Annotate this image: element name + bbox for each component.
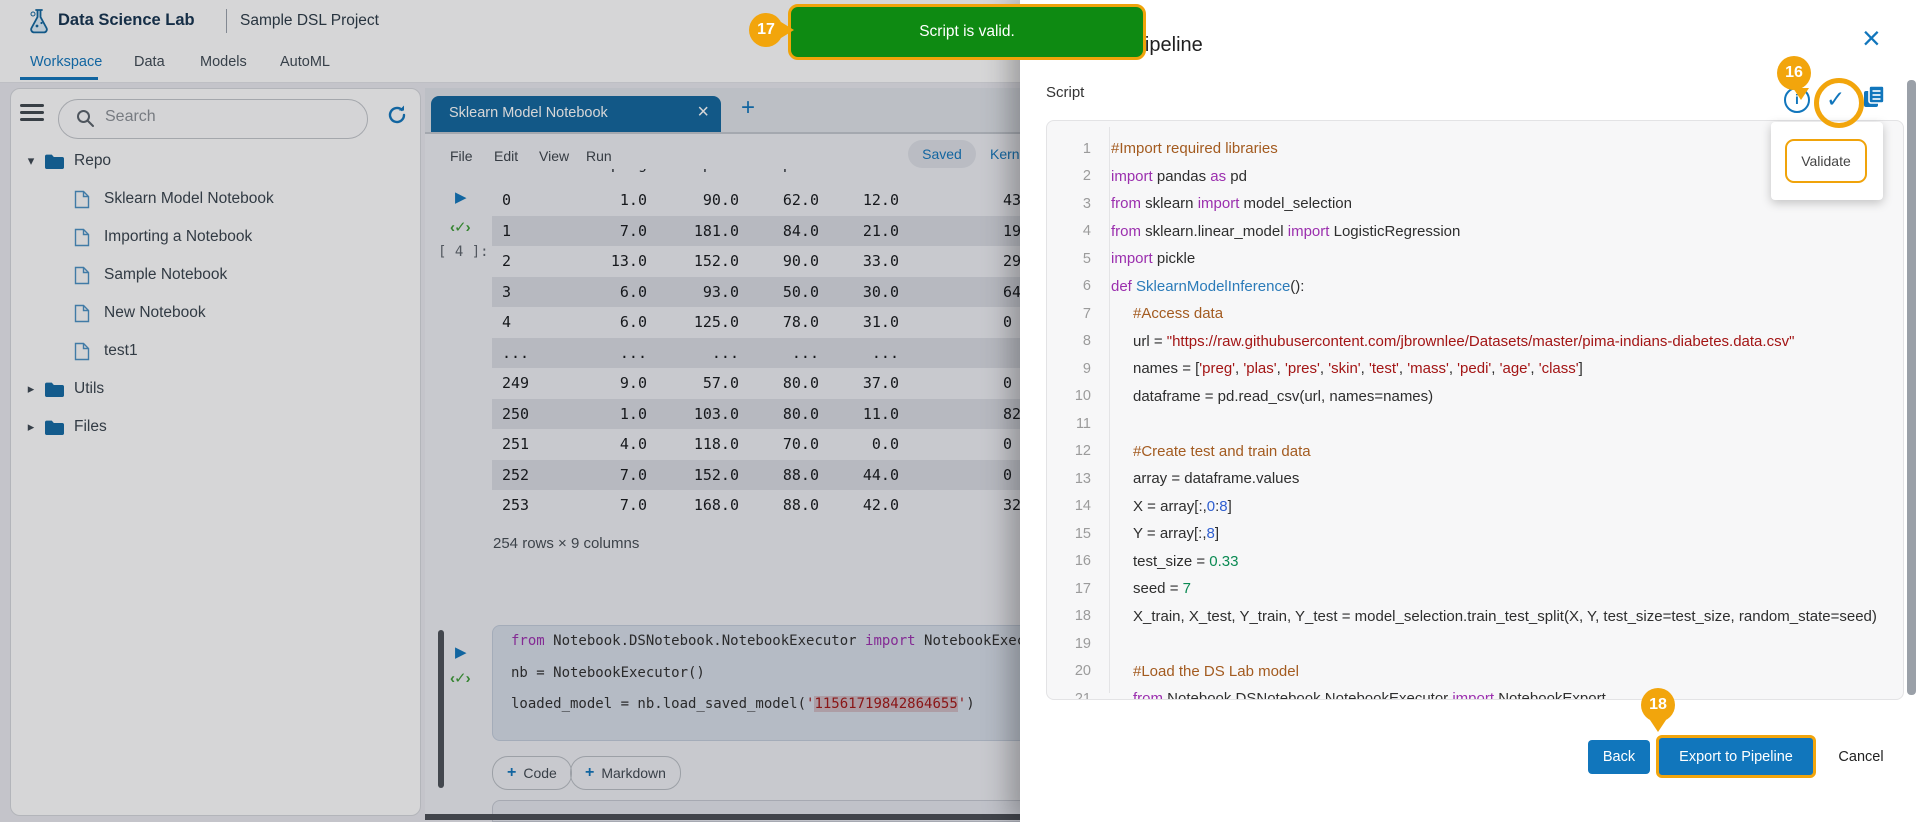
line-number: 5	[1082, 250, 1091, 267]
line-number: 8	[1082, 333, 1091, 350]
line-number: 3	[1082, 195, 1091, 212]
script-line: 10 dataframe = pd.read_csv(url, names=nam…	[1047, 383, 1903, 411]
annotation-ring-16	[1814, 78, 1864, 128]
line-number: 20	[1074, 663, 1091, 680]
script-label: Script	[1046, 84, 1085, 101]
line-number: 19	[1074, 635, 1091, 652]
line-number: 18	[1074, 608, 1091, 625]
script-line: 13 array = dataframe.values	[1047, 465, 1903, 493]
line-number: 7	[1082, 305, 1091, 322]
script-line: 19	[1047, 630, 1903, 658]
script-line: 14 X = array[:,0:8]	[1047, 493, 1903, 521]
line-number: 11	[1075, 415, 1091, 432]
annotation-badge-17: 17	[749, 13, 794, 47]
toast-text: Script is valid.	[919, 23, 1015, 40]
validate-button[interactable]: Validate	[1785, 139, 1867, 183]
line-number: 6	[1082, 278, 1091, 295]
annotation-badge-18: 18	[1641, 688, 1675, 732]
export-to-pipeline-dialog: Export to Pipeline × Script i ✓ 1#Import…	[1020, 0, 1919, 822]
script-line: 18 X_train, X_test, Y_train, Y_test = mod…	[1047, 603, 1903, 631]
script-line: 9 names = ['preg', 'plas', 'pres', 'skin'…	[1047, 355, 1903, 383]
line-number: 13	[1074, 470, 1091, 487]
cancel-button[interactable]: Cancel	[1826, 740, 1896, 774]
app-window: Data Science Lab Sample DSL Project Work…	[0, 0, 1919, 822]
script-line: 6 def SklearnModelInference():	[1047, 273, 1903, 301]
export-to-pipeline-button[interactable]: Export to Pipeline	[1656, 735, 1816, 778]
copy-icon[interactable]	[1861, 84, 1887, 115]
validation-toast: Script is valid.	[788, 4, 1146, 60]
script-line: 15 Y = array[:,8]	[1047, 520, 1903, 548]
line-number: 17	[1074, 580, 1091, 597]
line-number: 12	[1074, 443, 1091, 460]
line-number: 4	[1082, 223, 1091, 240]
script-editor[interactable]: 1 #Import required libraries 2 import panda…	[1046, 120, 1904, 700]
line-number: 16	[1074, 553, 1091, 570]
gutter-divider	[1109, 127, 1110, 693]
annotation-badge-16: 16	[1777, 56, 1811, 100]
script-line: 20 #Load the DS Lab model	[1047, 658, 1903, 686]
line-number: 15	[1074, 525, 1091, 542]
line-number: 2	[1082, 168, 1091, 185]
script-line: 21 from Notebook.DSNotebook.NotebookExecu…	[1047, 685, 1903, 700]
line-number: 14	[1074, 498, 1091, 515]
script-line: 4 from sklearn.linear_model import Logist…	[1047, 218, 1903, 246]
script-line: 16 test_size = 0.33	[1047, 548, 1903, 576]
script-line: 8 url = "https://raw.githubusercontent.co…	[1047, 328, 1903, 356]
line-number: 1	[1082, 140, 1091, 157]
script-line: 7 #Access data	[1047, 300, 1903, 328]
script-line: 11	[1047, 410, 1903, 438]
back-button[interactable]: Back	[1588, 740, 1650, 774]
script-line: 12 #Create test and train data	[1047, 438, 1903, 466]
script-line: 5 import pickle	[1047, 245, 1903, 273]
line-number: 10	[1074, 388, 1091, 405]
script-line: 17 seed = 7	[1047, 575, 1903, 603]
line-number: 21	[1074, 690, 1091, 700]
dialog-scrollbar[interactable]	[1907, 80, 1916, 695]
close-icon[interactable]: ×	[1862, 22, 1881, 54]
line-number: 9	[1082, 360, 1091, 377]
validate-tooltip: Validate	[1771, 122, 1883, 200]
modal-backdrop	[0, 0, 1020, 822]
